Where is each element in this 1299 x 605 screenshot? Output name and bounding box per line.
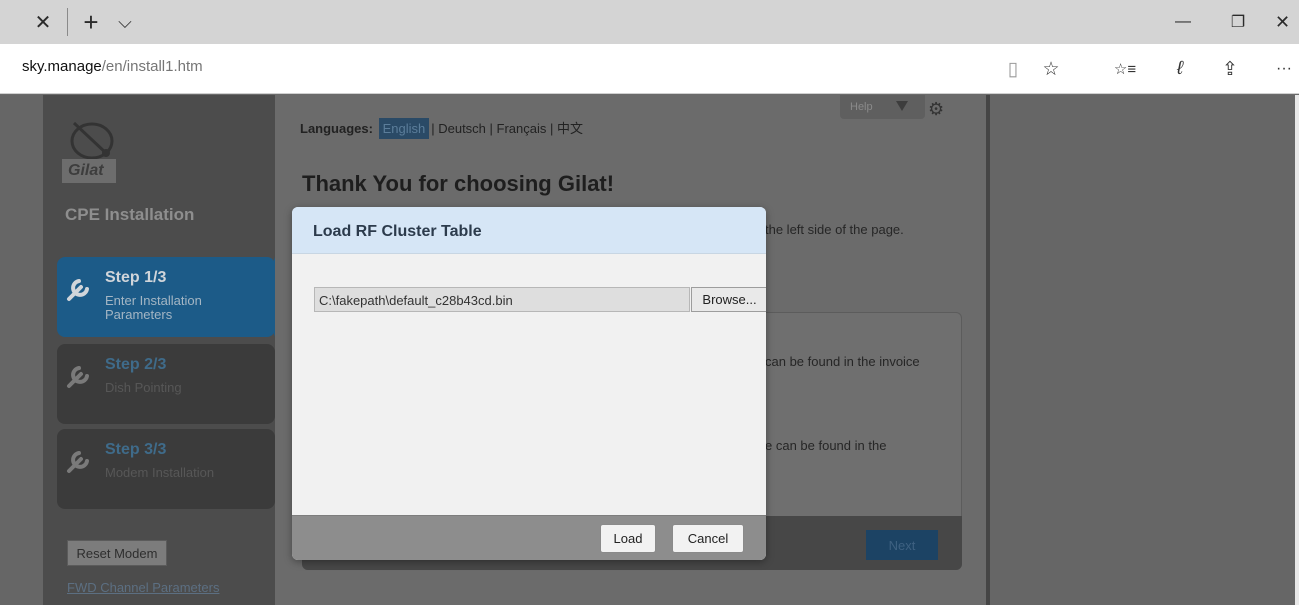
- restore-window-icon[interactable]: ❐: [1218, 0, 1258, 44]
- cancel-button[interactable]: Cancel: [672, 524, 744, 553]
- help-button[interactable]: Help: [840, 95, 925, 119]
- close-window-icon[interactable]: ✕: [1266, 0, 1299, 44]
- step-2-item[interactable]: Step 2/3 Dish Pointing: [57, 344, 275, 424]
- step-subtitle: Enter Installation Parameters: [105, 293, 202, 322]
- logo-text: Gilat: [62, 159, 116, 183]
- sidebar: Gilat CPE Installation Step 1/3 Enter In…: [43, 95, 288, 605]
- notes-pen-icon[interactable]: ℓ: [1165, 54, 1195, 84]
- instruction-text: the left side of the page.: [765, 222, 904, 237]
- dialog-footer: Load Cancel: [292, 515, 766, 560]
- wrench-icon: [67, 366, 89, 388]
- close-tab-icon[interactable]: ✕: [25, 0, 61, 44]
- languages-label: Languages:: [300, 121, 373, 136]
- browse-button[interactable]: Browse...: [691, 287, 766, 312]
- help-label: Help: [850, 101, 873, 113]
- url-text[interactable]: sky.manage/en/install1.htm: [22, 58, 203, 75]
- step-3-item[interactable]: Step 3/3 Modem Installation: [57, 429, 275, 509]
- gilat-logo: Gilat: [62, 115, 122, 189]
- help-dropdown-icon: [896, 101, 908, 111]
- tab-list-chevron-icon[interactable]: ⌵: [108, 0, 142, 44]
- step-title: Step 2/3: [105, 356, 167, 373]
- dialog-header: Load RF Cluster Table: [292, 207, 766, 254]
- step-subtitle: Dish Pointing: [105, 380, 182, 395]
- satellite-dish-icon: [70, 121, 114, 160]
- scrollbar-track[interactable]: [1295, 95, 1299, 605]
- fwd-channel-parameters-link[interactable]: FWD Channel Parameters: [67, 580, 219, 595]
- step-title: Step 1/3: [105, 269, 167, 286]
- load-rf-cluster-dialog: Load RF Cluster Table C:\fakepath\defaul…: [292, 207, 766, 560]
- page-heading: Thank You for choosing Gilat!: [302, 171, 615, 196]
- language-english-link[interactable]: English: [378, 118, 430, 139]
- minimize-icon[interactable]: —: [1163, 0, 1203, 44]
- language-selector: Languages: English | Deutsch | Français |…: [300, 118, 583, 139]
- panel-text-line: e can be found in the: [765, 438, 887, 453]
- tab-separator: [67, 8, 68, 36]
- wrench-icon: [67, 279, 89, 301]
- url-path: /en/install1.htm: [101, 58, 203, 75]
- browser-tab-bar: ✕ + ⌵ — ❐ ✕: [0, 0, 1299, 44]
- step-title: Step 3/3: [105, 441, 167, 458]
- step-subtitle: Modem Installation: [105, 465, 215, 480]
- reading-view-icon[interactable]: ▯: [998, 54, 1028, 84]
- favorites-hub-icon[interactable]: ☆≡: [1110, 54, 1140, 84]
- file-path-field[interactable]: C:\fakepath\default_c28b43cd.bin: [314, 287, 690, 312]
- load-button[interactable]: Load: [600, 524, 656, 553]
- dialog-title: Load RF Cluster Table: [313, 223, 482, 240]
- favorite-star-icon[interactable]: ☆: [1036, 54, 1066, 84]
- step-1-item[interactable]: Step 1/3 Enter Installation Parameters: [57, 257, 275, 337]
- share-icon[interactable]: ⇪: [1215, 54, 1245, 84]
- cpe-installation-title: CPE Installation: [65, 205, 195, 224]
- wrench-icon: [67, 451, 89, 473]
- address-bar[interactable]: sky.manage/en/install1.htm ▯ ☆ ☆≡ ℓ ⇪ ··…: [0, 44, 1299, 94]
- next-button[interactable]: Next: [866, 530, 938, 560]
- page-right-margin: [994, 95, 1299, 605]
- file-picker: C:\fakepath\default_c28b43cd.bin Browse.…: [314, 287, 766, 312]
- reset-modem-button[interactable]: Reset Modem: [67, 540, 167, 566]
- url-host: sky.manage: [22, 58, 102, 75]
- other-languages-links[interactable]: | Deutsch | Français | 中文: [431, 121, 583, 136]
- settings-gear-icon[interactable]: ⚙: [928, 99, 944, 120]
- panel-text-line: can be found in the invoice: [765, 354, 920, 369]
- more-menu-icon[interactable]: ···: [1269, 54, 1299, 84]
- new-tab-icon[interactable]: +: [74, 0, 108, 44]
